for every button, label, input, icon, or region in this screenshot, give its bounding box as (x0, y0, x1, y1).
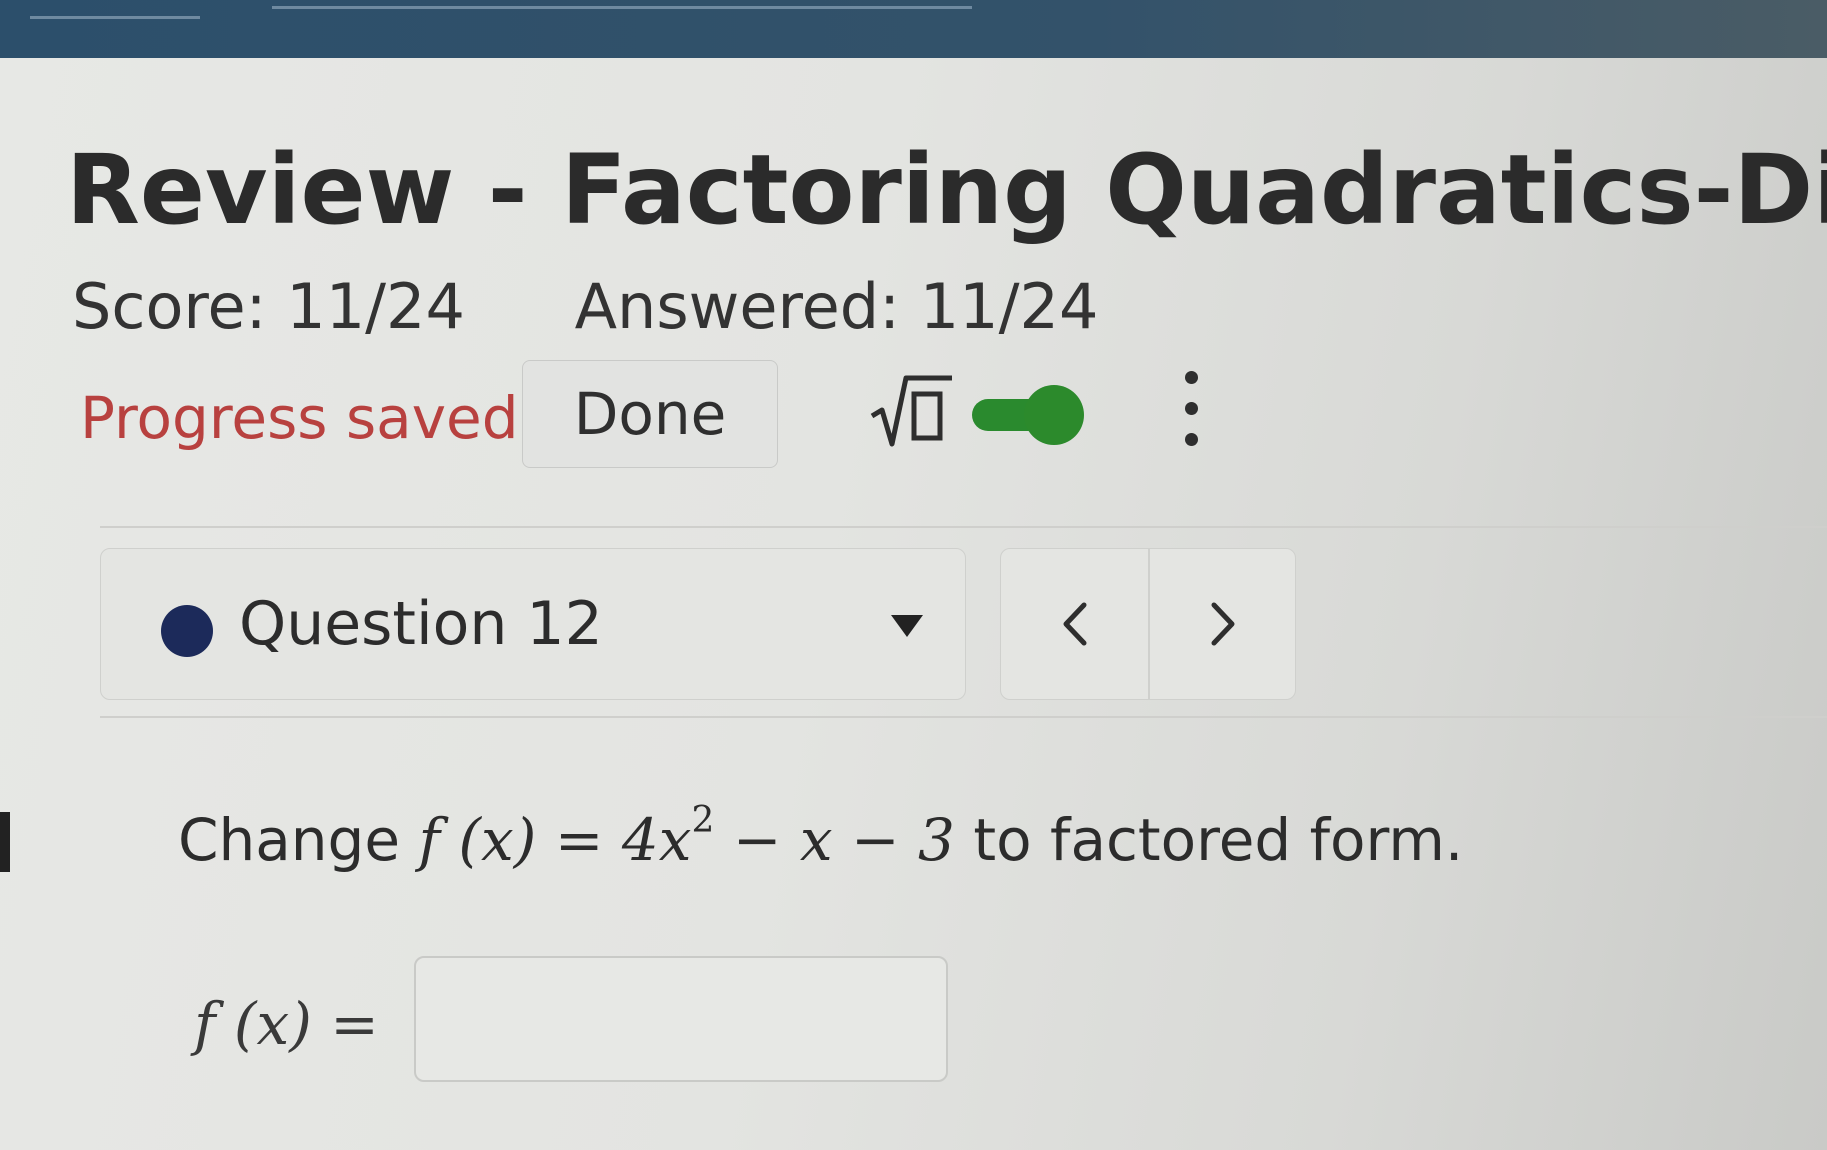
prompt-prefix: Change (178, 806, 401, 874)
sqrt-icon[interactable] (868, 370, 956, 454)
prompt-suffix: to factored form. (973, 806, 1464, 874)
next-question-button[interactable] (1148, 549, 1295, 699)
divider-top (100, 526, 1827, 528)
math-entry-toggle[interactable] (972, 385, 1084, 445)
question-status-dot (161, 605, 213, 657)
toggle-knob (1024, 385, 1084, 445)
nav-underline (30, 16, 200, 19)
score-row: Score: 11/24 Answered: 11/24 (72, 270, 1098, 343)
chevron-right-icon (1211, 602, 1234, 646)
done-button[interactable]: Done (522, 360, 778, 468)
function-expression: f (x) = 4x2 − x − 3 (418, 800, 955, 874)
kebab-icon[interactable] (1176, 365, 1206, 455)
question-selector-label: Question 12 (239, 589, 603, 659)
question-selector[interactable]: Question 12 (100, 548, 966, 700)
question-prompt: Change f (x) = 4x2 − x − 3 to factored f… (178, 800, 1463, 874)
chevron-left-icon (1063, 602, 1086, 646)
assignment-title: Review - Factoring Quadratics-Diamon (66, 134, 1827, 246)
progress-saved-status: Progress saved (80, 384, 519, 452)
answer-input[interactable] (414, 956, 948, 1082)
browser-top-bar (0, 0, 1827, 58)
question-nav-group (1000, 548, 1296, 700)
previous-question-button[interactable] (1001, 549, 1148, 699)
answered-text: Answered: 11/24 (574, 270, 1099, 343)
nav-underline-long (272, 6, 972, 9)
score-text: Score: 11/24 (72, 270, 465, 343)
left-edge-marker (0, 812, 10, 872)
answer-label: f (x) = (194, 990, 379, 1058)
caret-down-icon (891, 615, 923, 637)
divider-bottom (100, 716, 1827, 718)
